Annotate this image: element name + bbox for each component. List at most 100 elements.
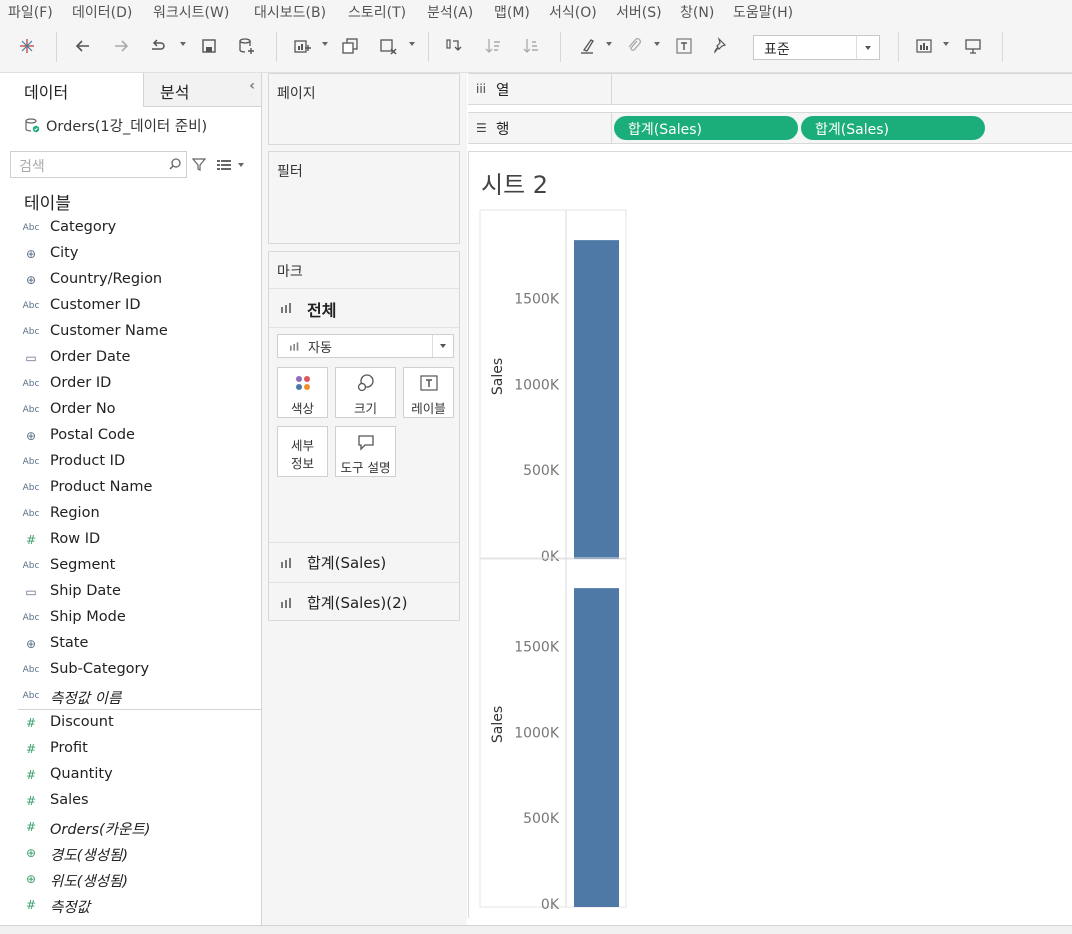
field-item[interactable]: Abc Product ID <box>0 450 260 476</box>
show-me-dropdown[interactable] <box>943 42 949 46</box>
string-type-icon: Abc <box>22 691 40 701</box>
clear-sheet-dropdown[interactable] <box>409 42 415 46</box>
datasource-item[interactable]: Orders(1강_데이터 준비) <box>0 107 261 143</box>
field-name: Row ID <box>50 531 101 547</box>
group-icon[interactable] <box>622 34 646 58</box>
field-item[interactable]: # Profit <box>0 737 260 763</box>
y-tick-label: 1000K <box>514 377 560 393</box>
row-pill-label: 합계(Sales) <box>628 122 702 138</box>
save-icon[interactable] <box>197 34 221 58</box>
clear-sheet-icon[interactable] <box>376 34 400 58</box>
new-worksheet-icon[interactable] <box>290 34 314 58</box>
field-item[interactable]: Abc Order No <box>0 398 260 424</box>
replay-icon[interactable] <box>146 34 170 58</box>
marks-tab-sales-2[interactable]: 합계(Sales)(2) <box>269 582 459 622</box>
bar-chart-icon <box>281 558 291 568</box>
field-item[interactable]: # Row ID <box>0 528 260 554</box>
tooltip-button[interactable]: 도구 설명 <box>335 426 396 477</box>
field-item[interactable]: Abc Sub-Category <box>0 658 260 684</box>
tab-data[interactable]: 데이터 <box>0 73 143 109</box>
tab-analysis[interactable]: 분석 ‹ <box>143 73 261 107</box>
field-item[interactable]: ⊕ Country/Region <box>0 268 260 294</box>
group-dropdown[interactable] <box>654 42 660 46</box>
collapse-pane-icon[interactable]: ‹ <box>249 78 255 94</box>
menu-item[interactable]: 파일(F) <box>8 2 53 22</box>
chart[interactable]: 0K 500K 1000K 1500K Sales 0K 500K 1000K 1500K Sal… <box>470 205 670 915</box>
field-item[interactable]: ⊕ Postal Code <box>0 424 260 450</box>
undo-icon[interactable] <box>71 34 95 58</box>
menu-item[interactable]: 워크시트(W) <box>153 2 229 22</box>
list-view-icon[interactable] <box>217 159 231 171</box>
field-item[interactable]: Abc Customer Name <box>0 320 260 346</box>
label-icon[interactable] <box>672 34 696 58</box>
field-item[interactable]: Abc Product Name <box>0 476 260 502</box>
menu-item[interactable]: 창(N) <box>680 2 714 22</box>
row-pill-sales-2[interactable]: 합계(Sales) <box>801 116 985 140</box>
field-item[interactable]: Abc Order ID <box>0 372 260 398</box>
columns-shelf[interactable]: iii 열 <box>468 73 1072 105</box>
highlight-icon[interactable] <box>575 34 599 58</box>
sheet-title: 시트 2 <box>481 171 549 199</box>
tableau-logo-icon[interactable] <box>15 34 39 58</box>
field-item[interactable]: # Discount <box>0 711 260 737</box>
field-item[interactable]: ⊕ 위도(생성됨) <box>0 867 260 893</box>
marks-tab-sales[interactable]: 합계(Sales) <box>269 542 459 582</box>
redo-icon[interactable] <box>109 34 133 58</box>
size-button[interactable]: 크기 <box>335 367 396 418</box>
swap-icon[interactable] <box>441 34 465 58</box>
filters-card[interactable]: 필터 <box>268 151 460 244</box>
fit-select[interactable]: 표준 <box>753 35 880 60</box>
field-item[interactable]: # 측정값 <box>0 893 260 919</box>
chevron-down-icon <box>432 335 453 357</box>
menu-item[interactable]: 도움말(H) <box>733 2 793 22</box>
menu-item[interactable]: 맵(M) <box>494 2 530 22</box>
field-item[interactable]: # Sales <box>0 789 260 815</box>
color-button[interactable]: 색상 <box>277 367 328 418</box>
y-axis-title: Sales <box>490 358 506 395</box>
number-type-icon: # <box>25 768 37 782</box>
pin-icon[interactable] <box>709 34 733 58</box>
label-button[interactable]: 레이블 <box>403 367 454 418</box>
field-item[interactable]: ▭ Order Date <box>0 346 260 372</box>
menu-item[interactable]: 서버(S) <box>616 2 662 22</box>
field-item[interactable]: # Quantity <box>0 763 260 789</box>
field-item[interactable]: Abc Ship Mode <box>0 606 260 632</box>
detail-button[interactable]: 세부 정보 <box>277 426 328 477</box>
number-type-icon: # <box>25 742 37 756</box>
menu-item[interactable]: 데이터(D) <box>72 2 132 22</box>
new-worksheet-dropdown[interactable] <box>322 42 328 46</box>
field-name: Order ID <box>50 375 112 391</box>
field-name: 경도(생성됨) <box>50 848 129 864</box>
new-datasource-icon[interactable] <box>234 34 258 58</box>
highlight-dropdown[interactable] <box>606 42 612 46</box>
show-me-icon[interactable] <box>912 34 936 58</box>
field-item[interactable]: ▭ Ship Date <box>0 580 260 606</box>
menu-item[interactable]: 대시보드(B) <box>254 2 326 22</box>
duplicate-sheet-icon[interactable] <box>338 34 362 58</box>
field-item[interactable]: ⊕ City <box>0 242 260 268</box>
menu-item[interactable]: 스토리(T) <box>348 2 406 22</box>
filter-icon[interactable] <box>192 157 206 171</box>
presentation-icon[interactable] <box>961 34 985 58</box>
sort-descending-icon[interactable] <box>519 34 543 58</box>
mark-type-select[interactable]: 자동 <box>277 334 454 358</box>
field-item[interactable]: Abc Category <box>0 216 260 242</box>
field-item[interactable]: Abc Segment <box>0 554 260 580</box>
pages-card[interactable]: 페이지 <box>268 73 460 145</box>
field-search-input[interactable]: 검색 <box>10 151 187 178</box>
field-item[interactable]: Abc Region <box>0 502 260 528</box>
field-item[interactable]: # Orders(카운트) <box>0 815 260 841</box>
replay-dropdown[interactable] <box>180 42 186 46</box>
marks-all-tab[interactable]: 전체 <box>269 288 459 328</box>
field-item[interactable]: ⊕ 경도(생성됨) <box>0 841 260 867</box>
view-options-dropdown[interactable] <box>238 163 244 167</box>
rows-shelf[interactable]: ☰ 행 합계(Sales) 합계(Sales) <box>468 112 1072 144</box>
menu-item[interactable]: 분석(A) <box>427 2 473 22</box>
sort-ascending-icon[interactable] <box>481 34 505 58</box>
menu-item[interactable]: 서식(O) <box>549 2 597 22</box>
field-name: Quantity <box>50 766 113 782</box>
field-item[interactable]: Abc 측정값 이름 <box>0 684 260 710</box>
field-item[interactable]: ⊕ State <box>0 632 260 658</box>
field-item[interactable]: Abc Customer ID <box>0 294 260 320</box>
row-pill-sales[interactable]: 합계(Sales) <box>614 116 798 140</box>
